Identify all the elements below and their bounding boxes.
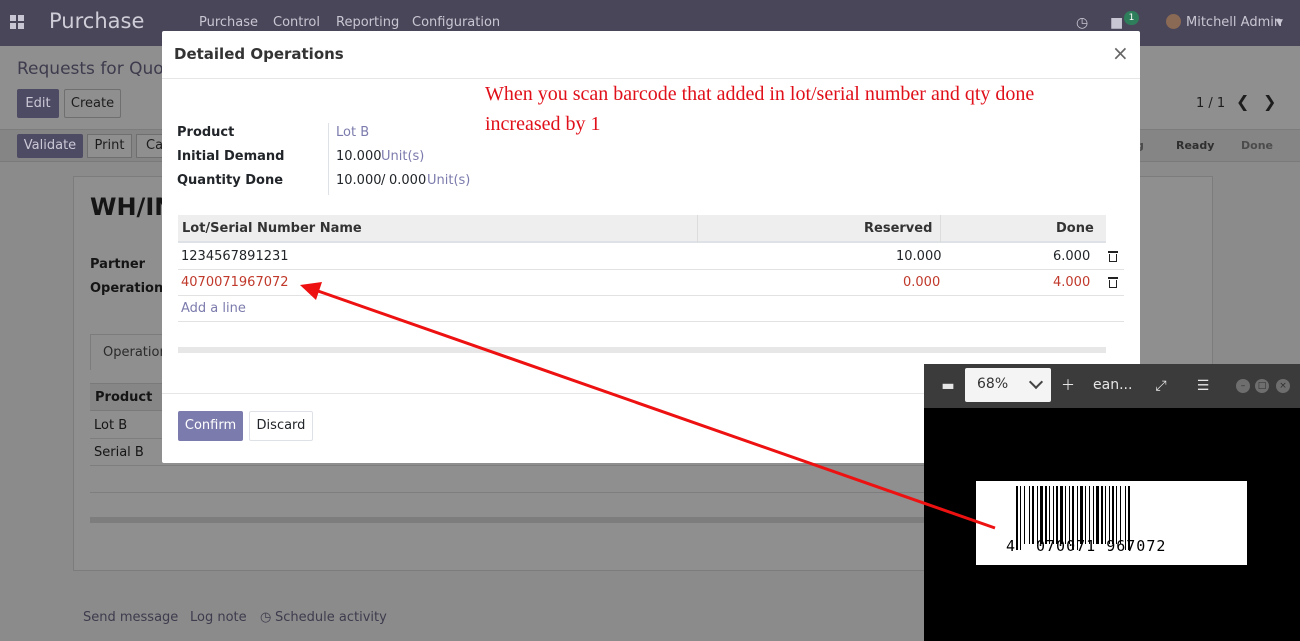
app-grid-icon[interactable] (10, 15, 24, 29)
table-row[interactable]: 4070071967072 0.000 4.000 (178, 270, 1124, 296)
lot-name-cell[interactable]: 1234567891231 (181, 244, 289, 269)
chevron-down-icon (1028, 374, 1044, 390)
column-divider (940, 215, 941, 243)
validate-button[interactable]: Validate (17, 134, 83, 158)
trash-icon[interactable] (1108, 277, 1118, 288)
initial-demand-value: 10.000 (336, 149, 382, 164)
column-reserved[interactable]: Reserved (864, 215, 932, 243)
pager-next-icon[interactable]: ❯ (1263, 92, 1276, 111)
pager-value: 1 / 1 (1196, 96, 1226, 111)
dialog-title: Detailed Operations (174, 45, 344, 63)
edit-button[interactable]: Edit (17, 89, 59, 118)
user-menu[interactable]: Mitchell Admin (1186, 15, 1282, 30)
stage-ready[interactable]: Ready (1176, 130, 1214, 162)
viewer-toolbar: ▬ 68% ＋ ean... ⤢ ☰ – □ × (924, 364, 1300, 408)
close-window-icon[interactable]: × (1276, 379, 1290, 393)
breadcrumb[interactable]: Requests for Quot (17, 59, 170, 79)
menu-configuration[interactable]: Configuration (412, 15, 500, 30)
reserved-cell: 0.000 (903, 275, 941, 290)
document-viewer-window: ▬ 68% ＋ ean... ⤢ ☰ – □ × 4 070071 967072 (924, 364, 1300, 641)
app-brand[interactable]: Purchase (49, 9, 144, 33)
table-header: Lot/Serial Number Name Reserved Done (178, 215, 1106, 243)
tab-operations[interactable]: Operations (90, 334, 172, 370)
send-message-link[interactable]: Send message (83, 610, 178, 625)
dialog-header: Detailed Operations × (162, 31, 1140, 79)
add-line-row: Add a line (178, 296, 1124, 322)
barcode-digits: 070071 967072 (1036, 537, 1167, 555)
zoom-out-icon[interactable]: ▬ (937, 375, 959, 397)
add-line-link[interactable]: Add a line (181, 296, 246, 321)
create-button[interactable]: Create (64, 89, 121, 118)
close-icon[interactable]: × (1112, 41, 1129, 65)
stage-done[interactable]: Done (1241, 130, 1273, 162)
menu-control[interactable]: Control (273, 15, 320, 30)
table-scrollbar[interactable] (178, 347, 1106, 353)
discard-button[interactable]: Discard (249, 411, 313, 441)
done-cell[interactable]: 6.000 (1053, 244, 1090, 269)
quantity-done-value: 10.000 (336, 173, 382, 188)
messages-badge: 1 (1124, 11, 1139, 25)
quantity-done-total: 0.000 (389, 173, 427, 188)
maximize-icon[interactable]: □ (1255, 379, 1269, 393)
schedule-activity-link[interactable]: Schedule activity (275, 610, 387, 625)
menu-reporting[interactable]: Reporting (336, 15, 399, 30)
user-avatar[interactable] (1166, 14, 1181, 29)
partner-label: Partner (90, 257, 146, 272)
pager-previous-icon[interactable]: ❮ (1236, 92, 1249, 111)
initial-demand-label: Initial Demand (177, 149, 285, 164)
done-cell[interactable]: 4.000 (1053, 270, 1090, 295)
confirm-button[interactable]: Confirm (178, 411, 243, 441)
minimize-icon[interactable]: – (1236, 379, 1250, 393)
column-divider (697, 215, 698, 243)
messages-icon[interactable]: ■ (1110, 15, 1123, 31)
menu-purchase[interactable]: Purchase (199, 15, 258, 30)
reserved-cell: 10.000 (896, 249, 942, 264)
product-label: Product (177, 125, 235, 140)
quantity-done-uom[interactable]: Unit(s) (427, 173, 470, 188)
annotation-text: When you scan barcode that added in lot/… (485, 83, 1035, 135)
barcode-image: 4 070071 967072 (976, 481, 1247, 565)
user-caret-icon[interactable]: ▼ (1276, 18, 1283, 28)
initial-demand-uom[interactable]: Unit(s) (381, 149, 424, 164)
barcode-first-digit: 4 (1006, 537, 1017, 555)
schedule-activity-icon[interactable]: ◷ (260, 610, 271, 625)
zoom-in-icon[interactable]: ＋ (1057, 375, 1079, 397)
document-title: ean... (1093, 377, 1133, 393)
activity-clock-icon[interactable]: ◷ (1076, 15, 1088, 31)
menu-icon[interactable]: ☰ (1192, 375, 1214, 397)
print-button[interactable]: Print (87, 134, 132, 158)
log-note-link[interactable]: Log note (190, 610, 247, 625)
column-done[interactable]: Done (1056, 215, 1094, 243)
quantity-done-label: Quantity Done (177, 173, 284, 188)
field-separator (328, 123, 329, 195)
lot-name-cell[interactable]: 4070071967072 (181, 270, 289, 295)
column-lot-serial-name[interactable]: Lot/Serial Number Name (182, 215, 362, 243)
trash-icon[interactable] (1108, 251, 1118, 262)
table-row[interactable]: 1234567891231 10.000 6.000 (178, 244, 1124, 270)
zoom-select[interactable]: 68% (965, 368, 1051, 402)
fullscreen-icon[interactable]: ⤢ (1150, 375, 1172, 397)
zoom-value: 68% (977, 376, 1009, 392)
product-link[interactable]: Lot B (336, 125, 369, 140)
quantity-done-separator: / (381, 173, 386, 188)
